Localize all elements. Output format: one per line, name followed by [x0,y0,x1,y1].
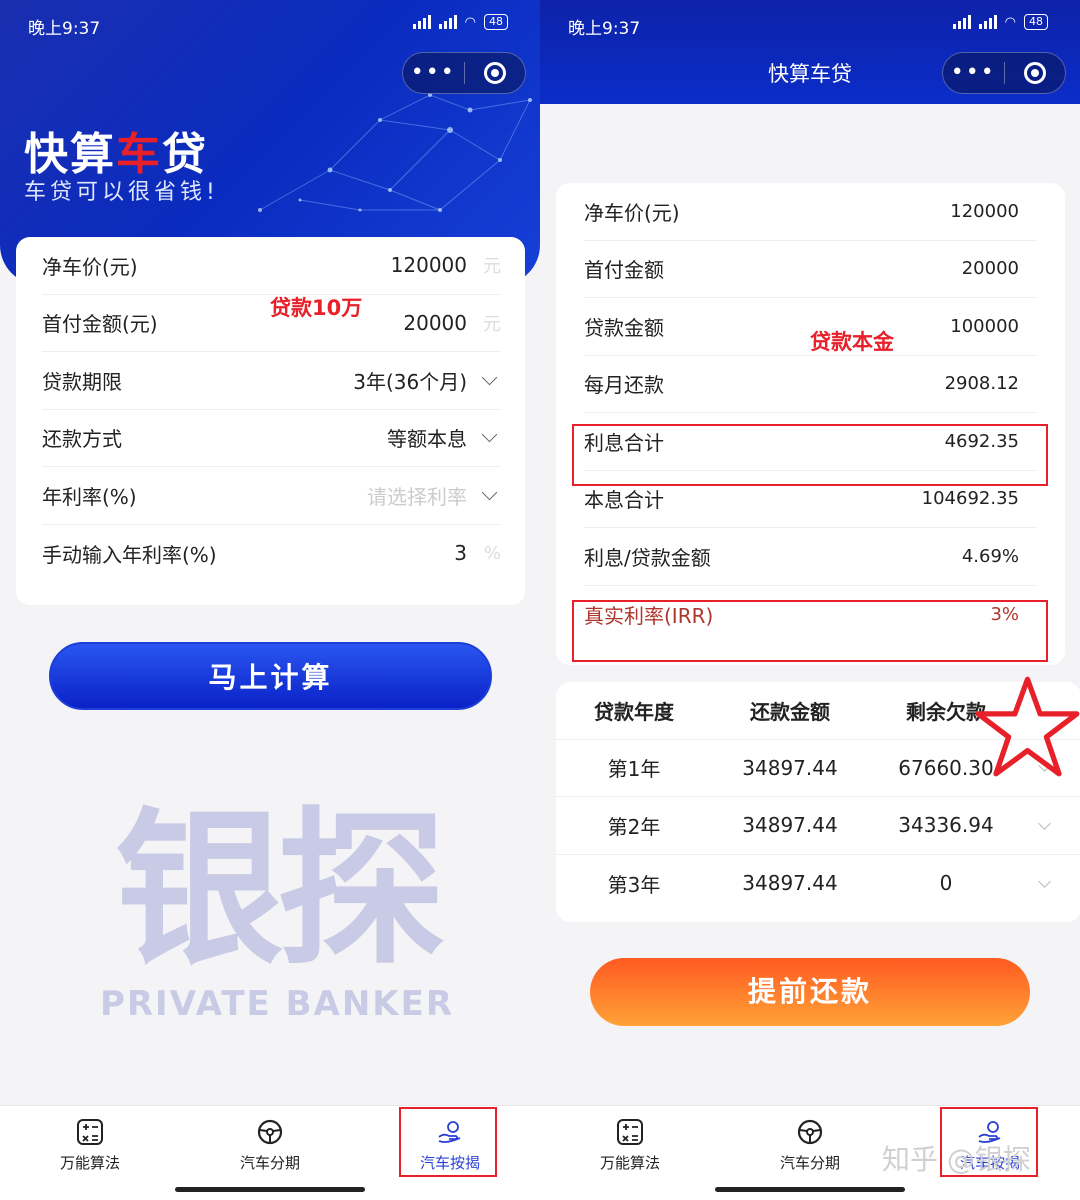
miniapp-capsule: ••• [402,52,526,94]
steering-wheel-icon [257,1119,283,1145]
miniapp-capsule: ••• [942,52,1066,94]
more-icon[interactable]: ••• [403,53,464,93]
manual-rate-field[interactable]: 手动输入年利率(%) 3 % [42,525,501,583]
more-icon[interactable]: ••• [943,53,1004,93]
watermark: 银探 PRIVATE BANKER [99,792,455,1024]
network-decoration-icon [258,93,532,212]
highlight-box [399,1107,497,1177]
left-screen: 快算车贷 车贷可以很省钱! 晚上9:37 ◠ 48 ••• 净车价(元) 120… [0,0,540,1200]
battery-icon: 48 [1024,14,1048,30]
principal-annotation: 贷款本金 [810,330,894,354]
hero-title: 快算车贷 [24,129,208,180]
annual-rate-select[interactable]: 年利率(%) 请选择利率 [42,467,501,525]
zhihu-watermark: 知乎 @银探 [882,1143,1031,1176]
chevron-down-icon [467,369,501,386]
repayment-method-select[interactable]: 还款方式 等额本息 [42,410,501,467]
calculator-icon [77,1119,103,1145]
tab-universal-calc[interactable]: 万能算法 [540,1106,720,1200]
result-row: 首付金额 20000 [584,241,1037,298]
signal-icon [412,15,431,29]
chevron-down-icon [467,484,501,501]
result-row: 净车价(元) 120000 [584,183,1037,241]
car-price-field[interactable]: 净车价(元) 120000 元 [42,237,501,295]
chevron-down-icon [467,426,501,443]
calculator-icon [617,1119,643,1145]
tab-car-installment[interactable]: 汽车分期 [720,1106,900,1200]
highlight-box [572,600,1048,662]
signal-icon [438,15,457,29]
prepay-button[interactable]: 提前还款 [590,958,1030,1026]
status-time: 晚上9:37 [568,19,641,39]
status-bar: 晚上9:37 ◠ 48 [540,0,1080,50]
wifi-icon: ◠ [464,14,476,30]
close-miniapp-icon[interactable] [1005,62,1066,84]
tab-car-installment[interactable]: 汽车分期 [180,1106,360,1200]
chevron-down-icon[interactable] [1024,816,1064,830]
close-miniapp-icon[interactable] [465,62,526,84]
battery-icon: 48 [484,14,508,30]
steering-wheel-icon [797,1119,823,1145]
status-time: 晚上9:37 [28,19,101,39]
table-row[interactable]: 第2年 34897.44 34336.94 [556,797,1080,855]
result-row: 利息/贷款金额 4.69% [584,528,1037,586]
signal-icon [952,15,971,29]
status-bar: 晚上9:37 ◠ 48 [0,0,540,50]
calculate-button[interactable]: 马上计算 [49,642,492,710]
home-indicator [175,1187,365,1192]
loan-term-select[interactable]: 贷款期限 3年(36个月) [42,352,501,410]
tab-universal-calc[interactable]: 万能算法 [0,1106,180,1200]
hand-drawn-star-icon [975,676,1080,777]
hero-subtitle: 车贷可以很省钱! [24,180,219,205]
result-row: 每月还款 2908.12 [584,356,1037,413]
chevron-down-icon[interactable] [1024,874,1064,888]
loan-annotation: 贷款10万 [270,296,363,320]
right-screen: 晚上9:37 ◠ 48 快算车贷 ••• 净车价(元) 120000 首付金额 20… [540,0,1080,1200]
signal-icon [978,15,997,29]
wifi-icon: ◠ [1004,14,1016,30]
home-indicator [715,1187,905,1192]
highlight-box [572,424,1048,486]
table-row[interactable]: 第3年 34897.44 0 [556,855,1080,913]
